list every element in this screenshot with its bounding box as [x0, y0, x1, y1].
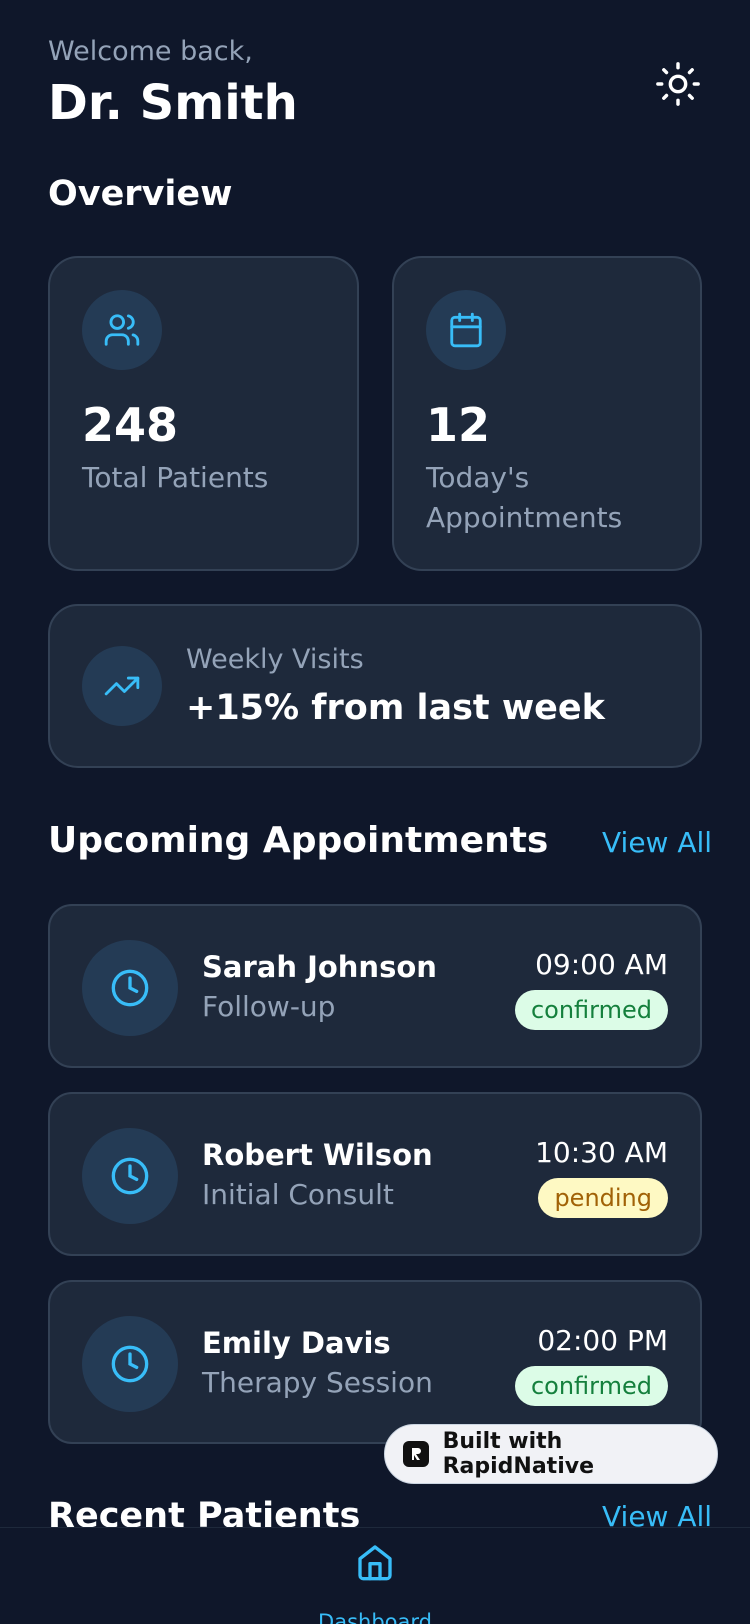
upcoming-appointments-title: Upcoming Appointments — [48, 820, 549, 861]
overview-title: Overview — [48, 174, 233, 214]
appointment-time: 09:00 AM — [535, 948, 668, 981]
clock-icon — [111, 969, 149, 1007]
patient-name: Sarah Johnson — [202, 950, 437, 984]
calendar-icon — [450, 312, 482, 348]
weekly-visits-card[interactable]: Weekly Visits +15% from last week — [48, 604, 702, 768]
home-icon — [358, 1545, 392, 1581]
stat-icon-wrapper — [82, 290, 162, 370]
patient-name: Robert Wilson — [202, 1138, 433, 1172]
users-icon — [104, 314, 140, 346]
appt-icon-wrapper — [82, 940, 178, 1036]
appt-icon-wrapper — [82, 1316, 178, 1412]
stat-label: Today's Appointments — [426, 461, 623, 534]
welcome-text: Welcome back, — [48, 36, 253, 67]
trending-up-icon — [104, 676, 140, 696]
stat-icon-wrapper — [426, 290, 506, 370]
theme-toggle-button[interactable] — [652, 58, 704, 110]
status-badge: pending — [538, 1178, 668, 1218]
stat-value: 248 — [82, 398, 179, 452]
bottom-nav: Dashboard — [0, 1527, 750, 1624]
status-badge: confirmed — [514, 1366, 668, 1406]
appointment-type: Follow-up — [202, 990, 336, 1023]
patient-name: Emily Davis — [202, 1326, 391, 1360]
appointment-time: 10:30 AM — [535, 1136, 668, 1169]
weekly-visits-value: +15% from last week — [186, 688, 605, 728]
doctor-name: Dr. Smith — [48, 75, 298, 131]
appointments-view-all-link[interactable]: View All — [602, 826, 712, 859]
appointment-card[interactable]: Emily Davis Therapy Session 02:00 PM con… — [48, 1280, 702, 1444]
appointment-time: 02:00 PM — [537, 1324, 668, 1357]
appointment-card[interactable]: Sarah Johnson Follow-up 09:00 AM confirm… — [48, 904, 702, 1068]
header: Welcome back, Dr. Smith — [48, 34, 298, 134]
weekly-visits-label: Weekly Visits — [186, 644, 364, 675]
appt-icon-wrapper — [82, 1128, 178, 1224]
appointment-type: Initial Consult — [202, 1178, 394, 1211]
built-with-label: Built with RapidNative — [442, 1429, 594, 1479]
status-badge: confirmed — [514, 990, 668, 1030]
rapidnative-logo-icon — [403, 1441, 429, 1467]
stat-card-total-patients[interactable]: 248 Total Patients — [48, 256, 359, 571]
clock-icon — [111, 1345, 149, 1383]
clock-icon — [111, 1157, 149, 1195]
appointment-type: Therapy Session — [202, 1366, 433, 1399]
sun-icon — [656, 62, 700, 106]
nav-label: Dashboard — [318, 1610, 432, 1624]
weekly-icon-wrapper — [82, 646, 162, 726]
appointment-card[interactable]: Robert Wilson Initial Consult 10:30 AM p… — [48, 1092, 702, 1256]
stat-card-todays-appointments[interactable]: 12 Today's Appointments — [392, 256, 702, 571]
stat-label: Total Patients — [82, 461, 269, 494]
dashboard-screen: Welcome back, Dr. Smith Overview 248 Tot… — [0, 0, 750, 1624]
built-with-badge[interactable]: Built with RapidNative — [384, 1424, 718, 1484]
nav-item-dashboard[interactable]: Dashboard — [315, 1542, 435, 1624]
stat-value: 12 — [426, 398, 491, 452]
